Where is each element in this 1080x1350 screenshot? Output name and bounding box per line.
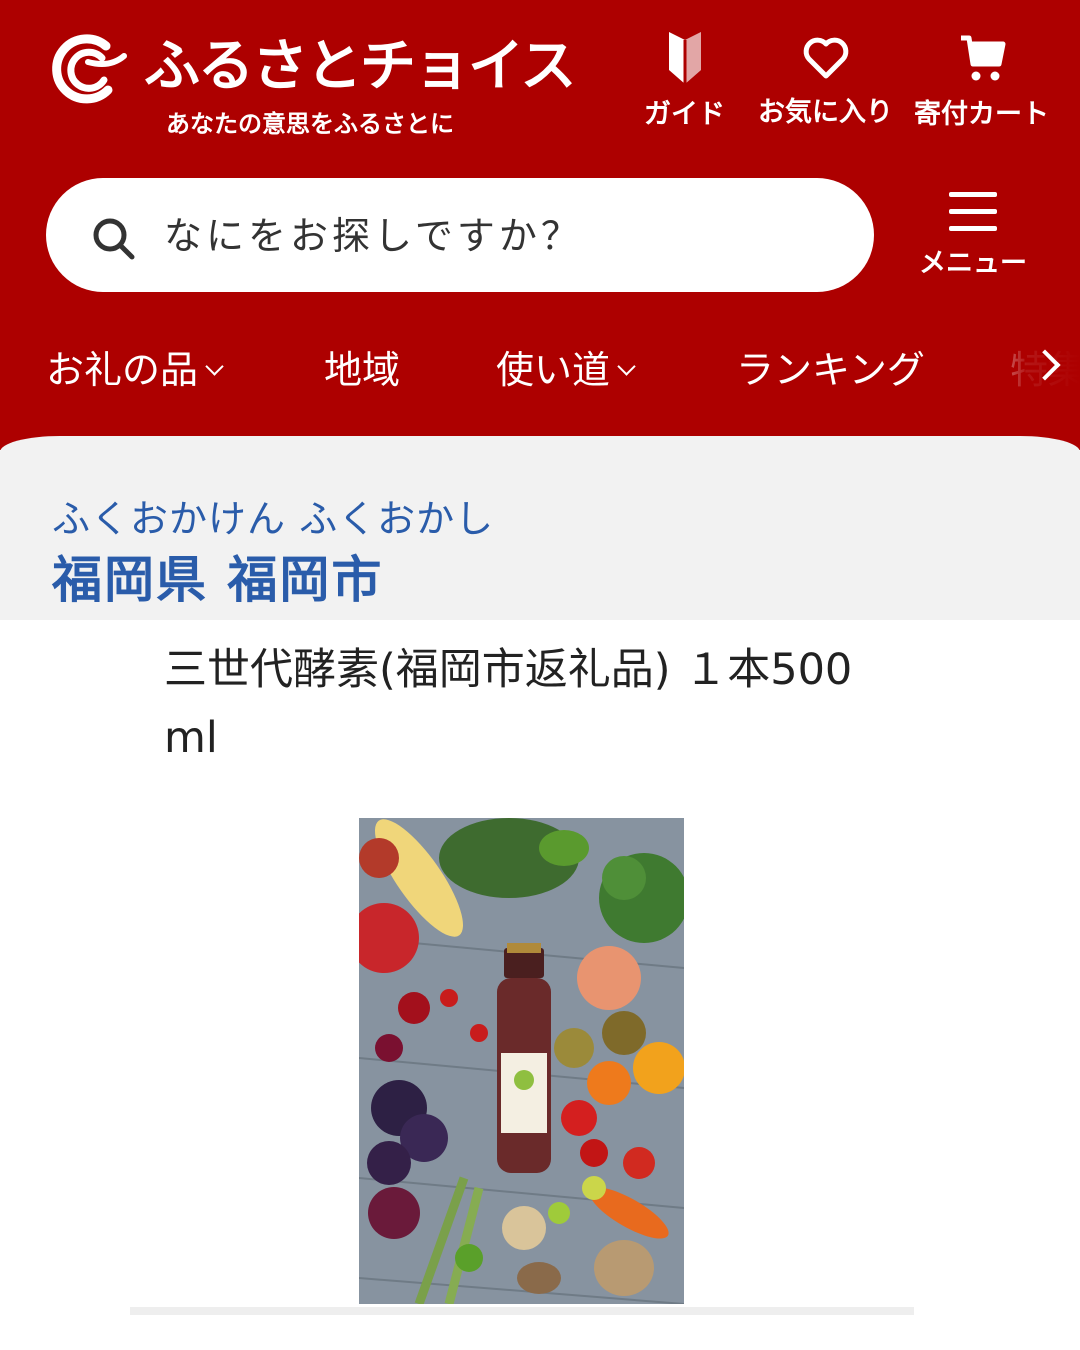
beginner-mark-icon: [668, 32, 701, 84]
nav-item-label: ランキング: [736, 348, 925, 392]
product-image[interactable]: [359, 818, 684, 1304]
category-nav: お礼の品 地域 使い道 ランキング 特集: [0, 340, 1080, 400]
chevron-down-icon: [205, 357, 224, 376]
city-name[interactable]: 福岡県 福岡市: [52, 540, 383, 612]
menu-label: メニュー: [919, 248, 1027, 279]
product-title: 三世代酵素(福岡市返礼品) １本500ml: [164, 645, 853, 763]
guide-label: ガイド: [644, 99, 725, 130]
cart-button[interactable]: 寄付カート: [914, 32, 1049, 131]
nav-item-usage[interactable]: 使い道: [496, 340, 636, 400]
product-photo-icon: [359, 818, 684, 1304]
search-icon: [93, 218, 135, 260]
brand-name: ふるさとチョイス: [144, 34, 576, 99]
nav-item-label: お礼の品: [46, 348, 199, 392]
city-kana: ふくおかけん ふくおかし: [52, 497, 495, 541]
city-banner: ふくおかけん ふくおかし 福岡県 福岡市: [0, 436, 1080, 620]
furusato-choice-logo-icon: [52, 34, 127, 104]
brand-tagline: あなたの意思をふるさとに: [166, 110, 454, 138]
chevron-down-icon: [617, 357, 636, 376]
heart-icon: [803, 37, 848, 79]
cart-label: 寄付カート: [914, 99, 1049, 130]
nav-item-label: 使い道: [496, 348, 611, 392]
search-input[interactable]: [162, 200, 846, 272]
menu-button[interactable]: メニュー: [916, 192, 1030, 280]
content-divider: [130, 1307, 914, 1315]
hamburger-icon: [916, 192, 1030, 231]
nav-item-gifts[interactable]: お礼の品: [46, 340, 224, 400]
guide-button[interactable]: ガイド: [644, 32, 725, 131]
nav-item-region[interactable]: 地域: [324, 340, 400, 400]
favorites-label: お気に入り: [758, 97, 893, 128]
nav-item-label: 地域: [324, 348, 401, 392]
site-header: ふるさとチョイス あなたの意思をふるさとに ガイド お気に入り 寄付カート なに…: [0, 0, 1080, 450]
search-box: [46, 178, 874, 292]
nav-item-ranking[interactable]: ランキング: [736, 340, 925, 400]
cart-icon: [960, 35, 1005, 81]
site-logo[interactable]: ふるさとチョイス あなたの意思をふるさとに: [44, 28, 576, 138]
favorites-button[interactable]: お気に入り: [758, 32, 893, 129]
